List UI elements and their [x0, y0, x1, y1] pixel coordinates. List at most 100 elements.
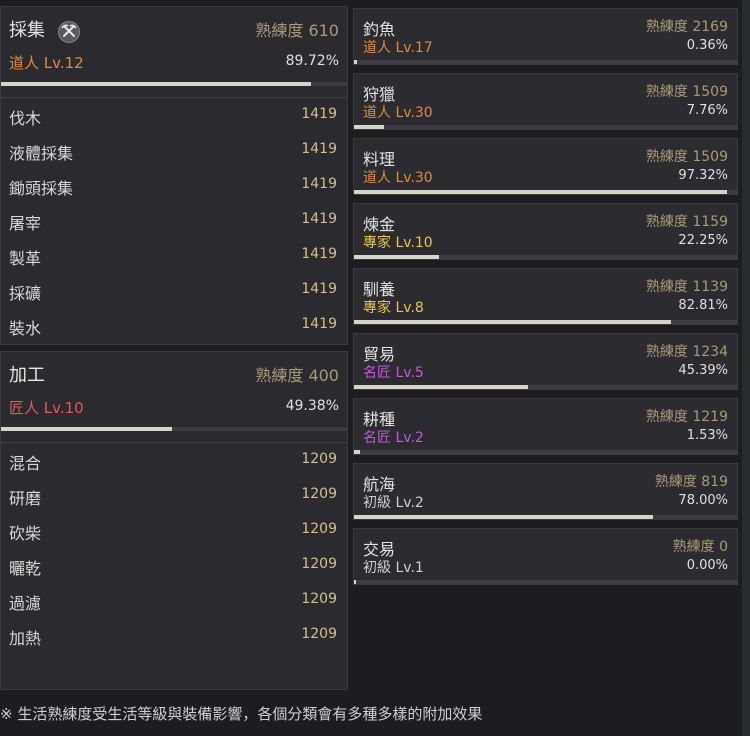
skill-card[interactable]: 釣魚 熟練度 2169 道人 Lv.17 0.36%	[353, 8, 738, 65]
skill-progress-bar	[354, 580, 737, 584]
list-item[interactable]: 伐木 1419	[1, 98, 347, 133]
item-name: 加熱	[9, 629, 42, 648]
skill-progress-bar	[354, 320, 737, 324]
item-name: 液體採集	[9, 144, 74, 163]
item-name: 混合	[9, 454, 42, 473]
processing-rank: 匠人 Lv.10	[9, 399, 84, 417]
skill-progress-bar	[354, 515, 737, 519]
skill-card[interactable]: 馴養 熟練度 1139 專家 Lv.8 82.81%	[353, 268, 738, 325]
skill-proficiency: 熟練度 1219	[645, 409, 728, 425]
gathering-proficiency: 熟練度 610	[255, 21, 339, 40]
list-item[interactable]: 曬乾 1209	[1, 548, 347, 583]
item-value: 1209	[301, 626, 337, 642]
skill-rank: 名匠 Lv.5	[363, 365, 424, 381]
item-value: 1419	[301, 246, 337, 262]
list-item[interactable]: 過濾 1209	[1, 583, 347, 618]
gathering-progress-fill	[1, 82, 312, 86]
processing-title: 加工	[9, 365, 45, 386]
scrollbar[interactable]	[742, 0, 750, 736]
skill-proficiency: 熟練度 1509	[645, 149, 728, 165]
skill-rank: 名匠 Lv.2	[363, 430, 424, 446]
gathering-progress-bar	[1, 82, 347, 86]
item-name: 製革	[9, 249, 42, 268]
item-value: 1419	[301, 316, 337, 332]
item-value: 1419	[301, 281, 337, 297]
skill-progress-bar	[354, 60, 737, 64]
item-name: 曬乾	[9, 559, 42, 578]
list-item[interactable]: 裝水 1419	[1, 308, 347, 343]
skill-proficiency: 熟練度 819	[654, 474, 728, 490]
skill-card[interactable]: 耕種 熟練度 1219 名匠 Lv.2 1.53%	[353, 398, 738, 455]
skill-rank: 道人 Lv.17	[363, 40, 433, 56]
skill-progress-fill	[354, 385, 528, 389]
gathering-panel: 採集 熟練度 610 道人 Lv.12 89.72% 伐木 1419 液體採集 141…	[0, 6, 348, 345]
skill-card[interactable]: 航海 熟練度 819 初級 Lv.2 78.00%	[353, 463, 738, 520]
gathering-rank: 道人 Lv.12	[9, 54, 84, 72]
skill-progress-fill	[354, 580, 357, 584]
skill-percent: 45.39%	[678, 363, 728, 378]
skill-rank: 初級 Lv.1	[363, 560, 424, 576]
list-item[interactable]: 採礦 1419	[1, 273, 347, 308]
item-value: 1419	[301, 211, 337, 227]
skill-progress-fill	[354, 190, 727, 194]
item-value: 1209	[301, 521, 337, 537]
list-item[interactable]: 液體採集 1419	[1, 133, 347, 168]
item-name: 裝水	[9, 319, 42, 338]
processing-panel: 加工 熟練度 400 匠人 Lv.10 49.38% 混合 1209 研磨 1209 砍…	[0, 351, 348, 690]
skill-progress-bar	[354, 385, 737, 389]
item-name: 研磨	[9, 489, 42, 508]
list-item[interactable]: 砍柴 1209	[1, 513, 347, 548]
skill-percent: 97.32%	[678, 168, 728, 183]
skill-proficiency: 熟練度 1139	[645, 279, 728, 295]
skill-percent: 22.25%	[678, 233, 728, 248]
item-value: 1209	[301, 556, 337, 572]
skill-progress-bar	[354, 450, 737, 454]
item-name: 砍柴	[9, 524, 42, 543]
item-value: 1419	[301, 106, 337, 122]
skill-card[interactable]: 煉金 熟練度 1159 專家 Lv.10 22.25%	[353, 203, 738, 260]
skill-percent: 0.36%	[686, 38, 728, 53]
item-value: 1419	[301, 176, 337, 192]
pickaxe-icon	[58, 21, 80, 43]
skill-progress-fill	[354, 450, 360, 454]
skill-card[interactable]: 狩獵 熟練度 1509 道人 Lv.30 7.76%	[353, 73, 738, 130]
skill-progress-fill	[354, 125, 384, 129]
skill-rank: 道人 Lv.30	[363, 105, 433, 121]
skill-progress-bar	[354, 125, 737, 129]
skill-percent: 1.53%	[686, 428, 728, 443]
list-item[interactable]: 加熱 1209	[1, 618, 347, 653]
list-item[interactable]: 屠宰 1419	[1, 203, 347, 238]
skill-proficiency: 熟練度 1509	[645, 84, 728, 100]
skill-rank: 專家 Lv.8	[363, 300, 424, 316]
list-item[interactable]: 研磨 1209	[1, 478, 347, 513]
list-item[interactable]: 混合 1209	[1, 443, 347, 478]
skill-progress-fill	[354, 320, 672, 324]
item-value: 1209	[301, 591, 337, 607]
item-name: 屠宰	[9, 214, 42, 233]
gathering-percent: 89.72%	[285, 53, 339, 69]
skill-progress-fill	[354, 515, 653, 519]
item-value: 1209	[301, 451, 337, 467]
skill-rank: 道人 Lv.30	[363, 170, 433, 186]
skill-progress-fill	[354, 255, 440, 259]
skill-progress-bar	[354, 255, 737, 259]
item-name: 過濾	[9, 594, 42, 613]
skill-rank: 初級 Lv.2	[363, 495, 424, 511]
item-value: 1419	[301, 141, 337, 157]
skill-percent: 82.81%	[678, 298, 728, 313]
skill-progress-bar	[354, 190, 737, 194]
skill-card[interactable]: 料理 熟練度 1509 道人 Lv.30 97.32%	[353, 138, 738, 195]
processing-list: 混合 1209 研磨 1209 砍柴 1209 曬乾 1209 過濾 1209 加熱 1209	[1, 443, 347, 653]
item-value: 1209	[301, 486, 337, 502]
list-item[interactable]: 製革 1419	[1, 238, 347, 273]
skill-card[interactable]: 交易 熟練度 0 初級 Lv.1 0.00%	[353, 528, 738, 585]
processing-progress-bar	[1, 427, 347, 431]
item-name: 鋤頭採集	[9, 179, 74, 198]
skill-proficiency: 熟練度 1159	[645, 214, 728, 230]
skill-percent: 7.76%	[686, 103, 728, 118]
processing-progress-fill	[1, 427, 172, 431]
skill-card[interactable]: 貿易 熟練度 1234 名匠 Lv.5 45.39%	[353, 333, 738, 390]
list-item[interactable]: 鋤頭採集 1419	[1, 168, 347, 203]
skill-percent: 0.00%	[686, 558, 728, 573]
item-name: 伐木	[9, 109, 42, 128]
